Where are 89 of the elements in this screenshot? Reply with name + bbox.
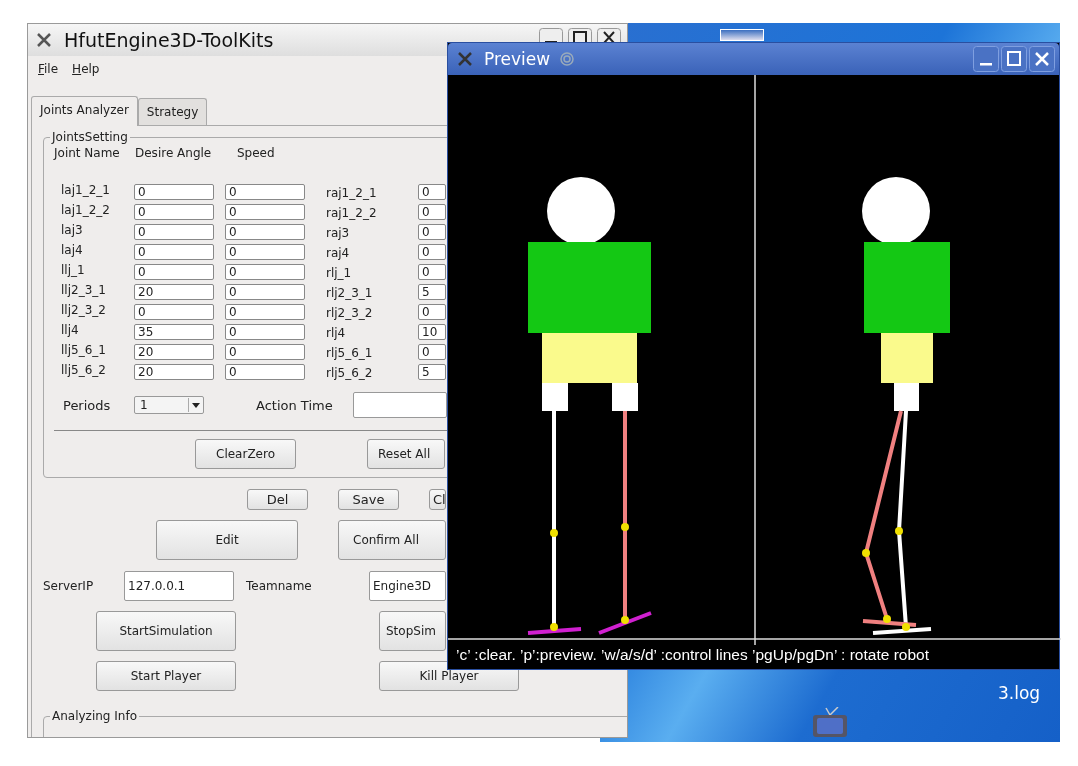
- joint-name: laj4: [61, 243, 84, 257]
- tv-icon[interactable]: [810, 707, 850, 737]
- joint-name: raj3: [326, 226, 351, 240]
- column-header: Desire Angle: [135, 146, 213, 160]
- speed-field[interactable]: 0: [225, 284, 305, 300]
- joint-name: llj2_3_2: [61, 303, 107, 317]
- window-thumbnail-icon[interactable]: [720, 29, 764, 41]
- joint-name: rlj_1: [326, 266, 353, 280]
- joint-name: raj1_2_2: [326, 206, 378, 220]
- group-title: Analyzing Info: [51, 709, 138, 723]
- joint-name: rlj2_3_1: [326, 286, 374, 300]
- periods-label: Periods: [63, 397, 112, 413]
- speed-field[interactable]: 0: [225, 344, 305, 360]
- menu-item[interactable]: File: [38, 62, 59, 82]
- angle-field[interactable]: 20: [134, 344, 214, 360]
- window-title: HfutEngine3D-ToolKits: [64, 29, 274, 51]
- edit-button[interactable]: Edit: [156, 520, 298, 560]
- stop-simulation-button[interactable]: StopSim: [379, 611, 446, 651]
- column-header: Joint Name: [54, 146, 121, 160]
- tab[interactable]: Joints Analyzer: [31, 96, 138, 126]
- reset-all-button[interactable]: Reset All: [367, 439, 445, 469]
- angle-field[interactable]: 5: [418, 284, 446, 300]
- angle-field[interactable]: 0: [418, 304, 446, 320]
- angle-field[interactable]: 0: [134, 244, 214, 260]
- angle-field[interactable]: 0: [418, 224, 446, 240]
- minimize-icon[interactable]: [539, 28, 563, 42]
- joint-name: llj_1: [61, 263, 86, 277]
- group-title: JointsSetting: [50, 130, 129, 144]
- angle-field[interactable]: 0: [418, 244, 446, 260]
- start-player-button[interactable]: Start Player: [96, 661, 236, 691]
- teamname-field[interactable]: Engine3D: [369, 571, 446, 601]
- angle-field[interactable]: 0: [418, 264, 446, 280]
- clear-zero-button[interactable]: ClearZero: [195, 439, 296, 469]
- maximize-icon[interactable]: [568, 28, 592, 42]
- tab[interactable]: Strategy: [137, 98, 208, 125]
- joint-name: laj1_2_2: [61, 203, 111, 217]
- speed-field[interactable]: 0: [225, 304, 305, 320]
- angle-field[interactable]: 0: [418, 344, 446, 360]
- speed-field[interactable]: 0: [225, 244, 305, 260]
- speed-field[interactable]: 0: [225, 224, 305, 240]
- speed-field[interactable]: 0: [225, 204, 305, 220]
- spiral-icon: [560, 52, 575, 66]
- speed-field[interactable]: 0: [225, 364, 305, 380]
- angle-field[interactable]: 0: [418, 204, 446, 220]
- app-icon: [36, 32, 52, 48]
- action-time-field[interactable]: [352, 392, 447, 418]
- partial-button[interactable]: Cl: [429, 489, 446, 510]
- joint-name: rlj5_6_1: [326, 346, 374, 360]
- angle-field[interactable]: 5: [418, 364, 446, 380]
- app-icon: [456, 50, 474, 68]
- angle-field[interactable]: 0: [134, 264, 214, 280]
- server-ip-field[interactable]: 127.0.0.1: [124, 571, 234, 601]
- angle-field[interactable]: 20: [134, 364, 214, 380]
- angle-field[interactable]: 20: [134, 284, 214, 300]
- joint-name: llj4: [61, 323, 80, 337]
- teamname-label: Teamname: [246, 579, 313, 593]
- file-label[interactable]: 3.log: [998, 683, 1041, 703]
- angle-field[interactable]: 0: [134, 184, 214, 200]
- joint-name: raj4: [326, 246, 351, 260]
- angle-field[interactable]: 10: [418, 324, 446, 340]
- joint-name: laj1_2_1: [61, 183, 111, 197]
- confirm-all-button[interactable]: Confirm All: [338, 520, 446, 560]
- save-button[interactable]: Save: [338, 489, 399, 510]
- angle-field[interactable]: 0: [134, 304, 214, 320]
- close-icon[interactable]: [597, 28, 621, 42]
- periods-dropdown[interactable]: 1: [134, 396, 204, 414]
- joint-name: laj3: [61, 223, 84, 237]
- joint-name: rlj4: [326, 326, 347, 340]
- caret-icon: [188, 398, 203, 412]
- angle-field[interactable]: 0: [418, 184, 446, 200]
- window-title: Preview: [484, 49, 551, 69]
- joint-name: llj2_3_1: [61, 283, 107, 297]
- server-ip-label: ServerIP: [43, 579, 95, 593]
- delete-button[interactable]: Del: [247, 489, 308, 510]
- angle-field[interactable]: 0: [134, 224, 214, 240]
- joint-name: rlj2_3_2: [326, 306, 374, 320]
- speed-field[interactable]: 0: [225, 324, 305, 340]
- start-simulation-button[interactable]: StartSimulation: [96, 611, 236, 651]
- menu-item[interactable]: Help: [72, 62, 100, 82]
- joint-name: rlj5_6_2: [326, 366, 374, 380]
- column-header: Speed: [237, 146, 275, 160]
- joint-name: llj5_6_2: [61, 363, 107, 377]
- speed-field[interactable]: 0: [225, 264, 305, 280]
- action-time-label: Action Time: [256, 397, 333, 413]
- angle-field[interactable]: 35: [134, 324, 214, 340]
- speed-field[interactable]: 0: [225, 184, 305, 200]
- joint-name: llj5_6_1: [61, 343, 107, 357]
- joint-name: raj1_2_1: [326, 186, 378, 200]
- angle-field[interactable]: 0: [134, 204, 214, 220]
